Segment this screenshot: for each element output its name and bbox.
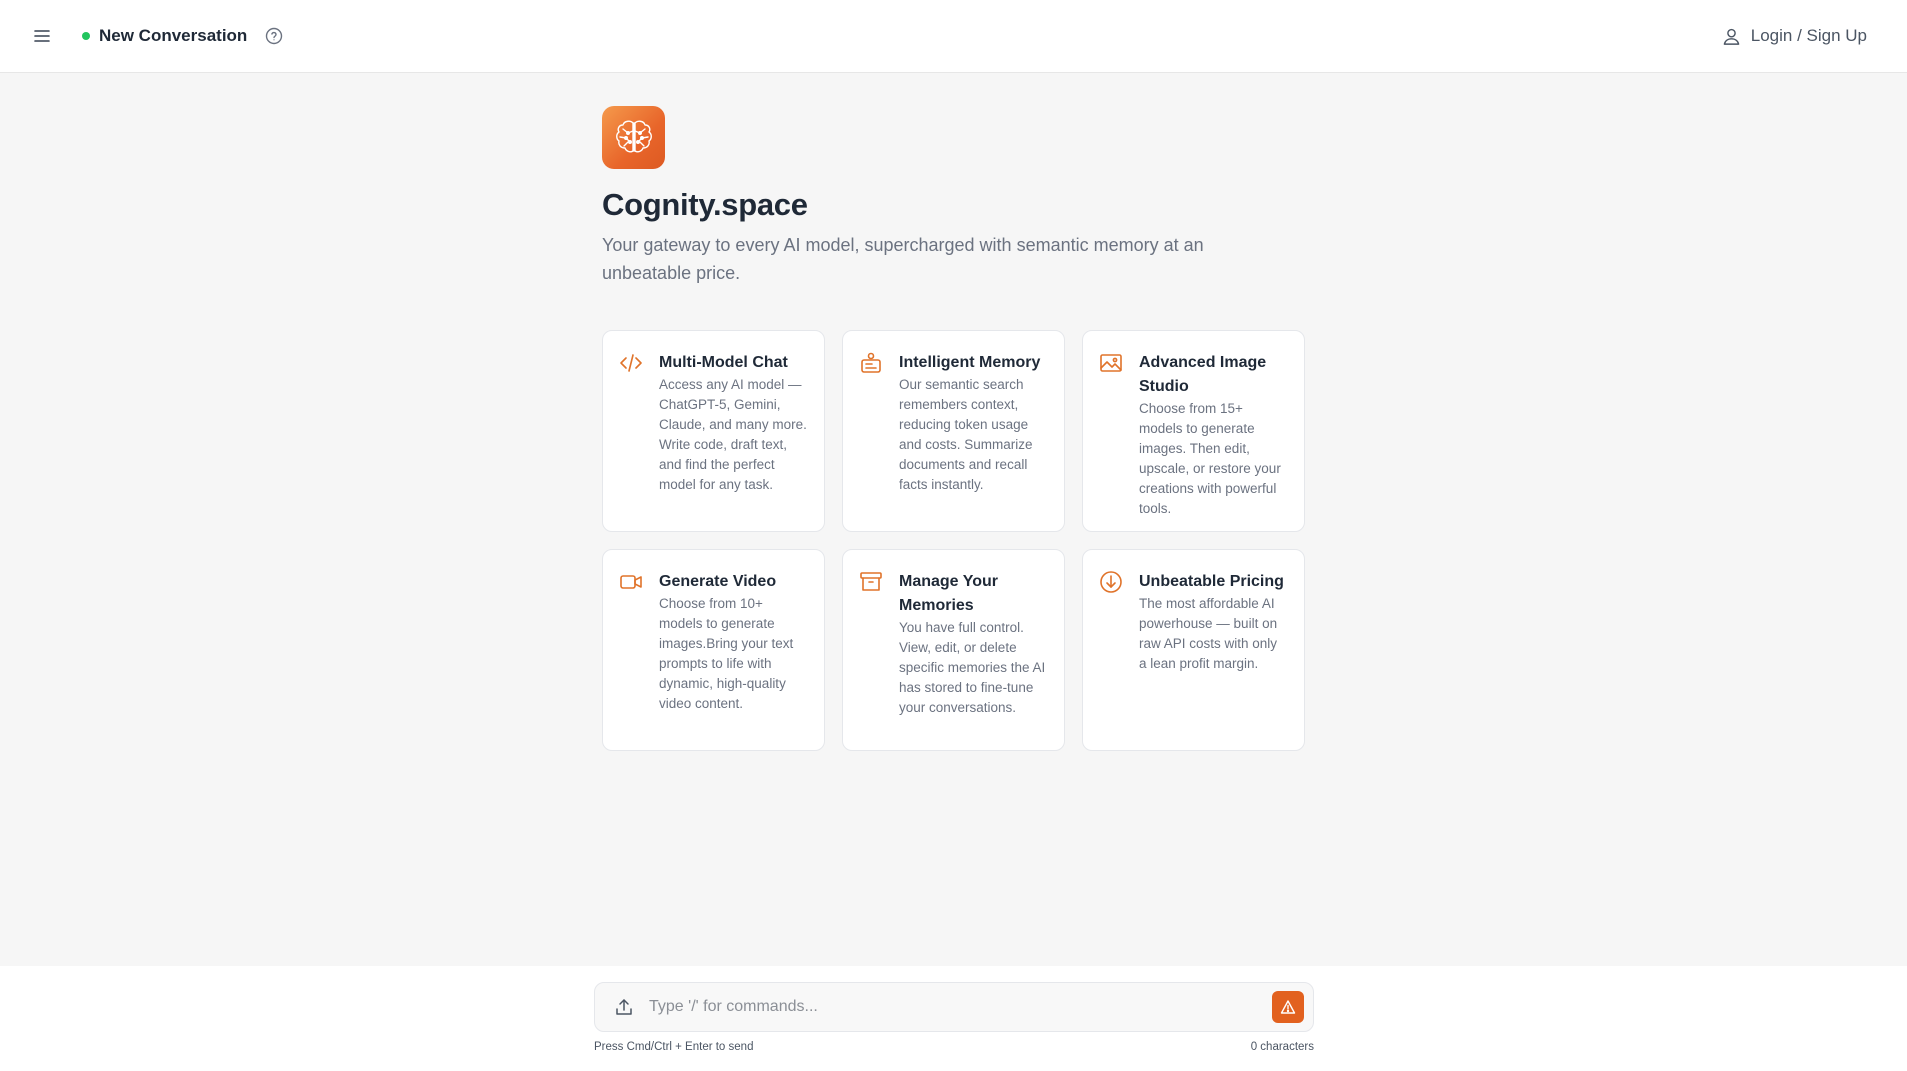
card-title: Advanced Image Studio: [1139, 354, 1267, 395]
code-icon: [619, 351, 643, 375]
card-body: Multi-Model Chat Access any AI model — C…: [659, 351, 808, 515]
card-description: You have full control. View, edit, or de…: [899, 620, 1046, 715]
composer-area: Press Cmd/Ctrl + Enter to send 0 charact…: [0, 966, 1907, 1071]
command-input[interactable]: [649, 998, 1272, 1016]
card-description: Choose from 10+ models to generate image…: [659, 596, 794, 711]
send-hint: Press Cmd/Ctrl + Enter to send: [594, 1041, 754, 1053]
send-button[interactable]: [1272, 991, 1304, 1023]
card-body: Manage Your Memories You have full contr…: [899, 570, 1048, 734]
brain-icon: [602, 106, 665, 169]
card-body: Advanced Image Studio Choose from 15+ mo…: [1139, 351, 1288, 516]
card-description: Access any AI model — ChatGPT-5, Gemini,…: [659, 377, 807, 492]
card-body: Generate Video Choose from 10+ models to…: [659, 570, 808, 734]
video-icon: [619, 570, 643, 594]
card-title: Manage Your Memories: [899, 573, 998, 614]
memory-icon: [859, 351, 883, 375]
card-title: Generate Video: [659, 573, 777, 590]
hamburger-menu-icon[interactable]: [32, 26, 52, 46]
feature-cards: Multi-Model Chat Access any AI model — C…: [602, 330, 1306, 751]
card-body: Intelligent Memory Our semantic search r…: [899, 351, 1048, 515]
card-description: Our semantic search remembers context, r…: [899, 377, 1033, 492]
conversation-title[interactable]: New Conversation: [99, 26, 247, 46]
tagline: Your gateway to every AI model, supercha…: [602, 235, 1204, 283]
image-icon: [1099, 351, 1123, 375]
archive-icon: [859, 570, 883, 594]
question-circle-icon[interactable]: [264, 26, 284, 46]
warning-triangle-icon: [1280, 1000, 1296, 1014]
welcome-section: Cognity.space Your gateway to every AI m…: [602, 106, 1306, 751]
top-header: New Conversation Login / Sign Up: [0, 0, 1907, 73]
feature-card-manage-memories[interactable]: Manage Your Memories You have full contr…: [842, 549, 1065, 751]
login-label: Login / Sign Up: [1750, 26, 1867, 45]
login-signup-button[interactable]: Login / Sign Up: [1722, 26, 1867, 46]
site-title: Cognity.space: [602, 187, 808, 222]
composer-box: [594, 982, 1314, 1032]
character-count: 0 characters: [1250, 1041, 1314, 1053]
card-description: The most affordable AI powerhouse — buil…: [1139, 596, 1278, 671]
feature-card-advanced-image-studio[interactable]: Advanced Image Studio Choose from 15+ mo…: [1082, 330, 1305, 532]
card-description: Choose from 15+ models to generate image…: [1139, 401, 1281, 516]
feature-card-intelligent-memory[interactable]: Intelligent Memory Our semantic search r…: [842, 330, 1065, 532]
card-title: Intelligent Memory: [899, 354, 1041, 371]
card-body: Unbeatable Pricing The most affordable A…: [1139, 570, 1288, 734]
card-title: Unbeatable Pricing: [1139, 573, 1284, 590]
card-title: Multi-Model Chat: [659, 354, 788, 371]
upload-icon[interactable]: [613, 996, 635, 1018]
feature-card-multi-model-chat[interactable]: Multi-Model Chat Access any AI model — C…: [602, 330, 825, 532]
download-circle-icon: [1099, 570, 1123, 594]
header-left: New Conversation: [32, 26, 284, 46]
status-dot: [82, 32, 90, 40]
feature-card-generate-video[interactable]: Generate Video Choose from 10+ models to…: [602, 549, 825, 751]
user-icon: [1723, 28, 1740, 45]
feature-card-unbeatable-pricing[interactable]: Unbeatable Pricing The most affordable A…: [1082, 549, 1305, 751]
